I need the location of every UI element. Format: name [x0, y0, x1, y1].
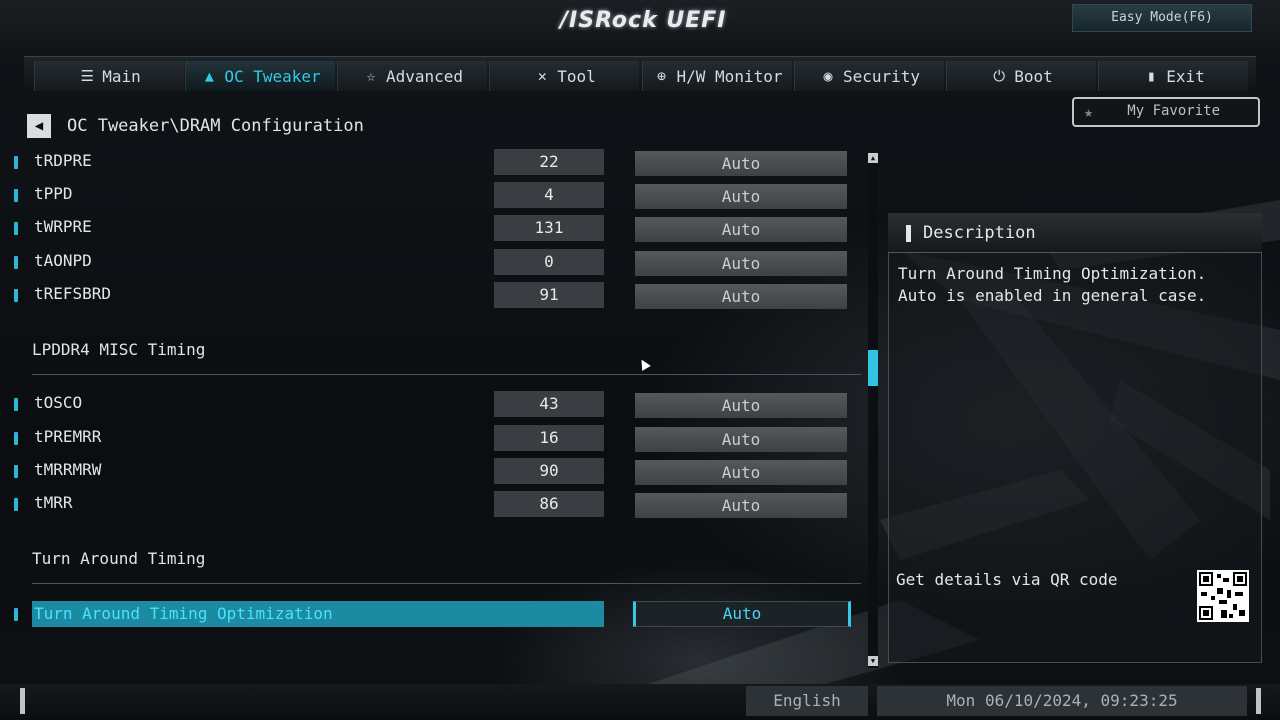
info-bar-icon — [906, 225, 911, 242]
favorite-star-icon: ★ — [1084, 103, 1094, 121]
description-title: Description — [923, 223, 1036, 243]
setting-name: tPREMRR — [34, 427, 102, 446]
section-divider — [32, 374, 861, 375]
setting-name: tMRR — [34, 493, 73, 512]
setting-mode-button[interactable]: Auto — [635, 251, 847, 276]
easy-mode-button[interactable]: Easy Mode(F6) — [1072, 4, 1252, 32]
setting-current-value: 131 — [494, 215, 604, 241]
setting-name-selected: Turn Around Timing Optimization — [32, 601, 604, 627]
row-marker — [14, 498, 18, 511]
crosshair-icon: ⊕ — [657, 67, 667, 85]
back-arrow-icon: ◀ — [34, 118, 44, 134]
setting-name: tREFSBRD — [34, 284, 112, 303]
exit-door-icon: ▮ — [1146, 67, 1156, 85]
tools-icon: ✕ — [537, 67, 547, 85]
tab-boot[interactable]: ⏻ Boot — [946, 61, 1096, 91]
row-marker — [14, 398, 18, 411]
setting-mode-button[interactable]: Auto — [635, 493, 847, 518]
row-marker — [14, 189, 18, 202]
section-heading-turn-around: Turn Around Timing — [32, 549, 206, 568]
setting-row-tppd[interactable]: tPPD 4 Auto — [14, 182, 854, 209]
tab-advanced[interactable]: ☆ Advanced — [337, 61, 487, 91]
footer-right-marker — [1256, 688, 1261, 714]
setting-row-tosco[interactable]: tOSCO 43 Auto — [14, 391, 854, 418]
asrock-uefi-logo: /ISRock UEFI — [560, 8, 727, 33]
setting-mode-button-selected[interactable]: Auto — [633, 601, 851, 627]
my-favorite-button[interactable]: ★ My Favorite — [1072, 97, 1260, 127]
setting-mode-button[interactable]: Auto — [635, 151, 847, 176]
setting-mode-button[interactable]: Auto — [635, 184, 847, 209]
back-button[interactable]: ◀ — [27, 114, 51, 138]
setting-current-value: 16 — [494, 425, 604, 451]
setting-name: tAONPD — [34, 251, 92, 270]
row-marker — [14, 465, 18, 478]
tab-exit[interactable]: ▮ Exit — [1098, 61, 1248, 91]
footer-left-marker — [20, 688, 25, 714]
list-icon: ☰ — [80, 67, 94, 85]
setting-row-turn-around-optimization[interactable]: Turn Around Timing Optimization Auto — [14, 601, 854, 627]
setting-name: tOSCO — [34, 393, 83, 412]
setting-row-trefsbrd[interactable]: tREFSBRD 91 Auto — [14, 282, 854, 309]
setting-row-taonpd[interactable]: tAONPD 0 Auto — [14, 249, 854, 276]
tab-hw-monitor[interactable]: ⊕ H/W Monitor — [642, 61, 792, 91]
setting-name: tRDPRE — [34, 151, 92, 170]
row-marker — [14, 256, 18, 269]
setting-row-tmrrmrw[interactable]: tMRRMRW 90 Auto — [14, 458, 854, 485]
power-icon: ⏻ — [993, 67, 1006, 85]
setting-mode-button[interactable]: Auto — [635, 460, 847, 485]
setting-current-value: 91 — [494, 282, 604, 308]
row-marker — [14, 156, 18, 169]
description-header: Description — [888, 213, 1262, 253]
scroll-down-arrow[interactable]: ▼ — [868, 656, 878, 666]
tab-oc-tweaker[interactable]: ▲ OC Tweaker — [185, 61, 335, 91]
description-text: Turn Around Timing Optimization. Auto is… — [898, 264, 1207, 305]
setting-current-value: 22 — [494, 149, 604, 175]
shield-icon: ◉ — [823, 67, 833, 85]
rocket-icon: ▲ — [204, 67, 214, 85]
scrollbar-track[interactable] — [868, 153, 878, 668]
setting-current-value: 4 — [494, 182, 604, 208]
tab-main[interactable]: ☰ Main — [34, 61, 184, 91]
setting-mode-button[interactable]: Auto — [635, 427, 847, 452]
setting-row-twrpre[interactable]: tWRPRE 131 Auto — [14, 215, 854, 242]
setting-current-value: 86 — [494, 491, 604, 517]
row-marker — [14, 432, 18, 445]
scrollbar-thumb[interactable] — [868, 350, 878, 386]
setting-mode-button[interactable]: Auto — [635, 284, 847, 309]
setting-current-value: 0 — [494, 249, 604, 275]
tab-tool[interactable]: ✕ Tool — [489, 61, 639, 91]
setting-name: tPPD — [34, 184, 73, 203]
scroll-up-arrow[interactable]: ▲ — [868, 153, 878, 163]
language-button[interactable]: English — [746, 686, 868, 716]
setting-mode-button[interactable]: Auto — [635, 393, 847, 418]
setting-current-value: 43 — [494, 391, 604, 417]
date-time-display: Mon 06/10/2024, 09:23:25 — [877, 686, 1247, 716]
qr-code-icon — [1197, 570, 1249, 622]
qr-code-label: Get details via QR code — [896, 570, 1118, 589]
setting-current-value: 90 — [494, 458, 604, 484]
setting-row-tmrr[interactable]: tMRR 86 Auto — [14, 491, 854, 518]
section-divider — [32, 583, 861, 584]
tab-security[interactable]: ◉ Security — [794, 61, 944, 91]
star-icon: ☆ — [366, 67, 376, 85]
row-marker — [14, 289, 18, 302]
section-heading-misc: LPDDR4 MISC Timing — [32, 340, 206, 359]
setting-name: tWRPRE — [34, 217, 92, 236]
setting-row-trdpre[interactable]: tRDPRE 22 Auto — [14, 149, 854, 176]
setting-row-tpremrr[interactable]: tPREMRR 16 Auto — [14, 425, 854, 452]
setting-name: tMRRMRW — [34, 460, 102, 479]
setting-mode-button[interactable]: Auto — [635, 217, 847, 242]
row-marker — [14, 222, 18, 235]
row-marker — [14, 608, 18, 621]
header-bar: /ISRock UEFI Easy Mode(F6) — [0, 0, 1280, 60]
breadcrumb: OC Tweaker\DRAM Configuration — [67, 116, 364, 136]
